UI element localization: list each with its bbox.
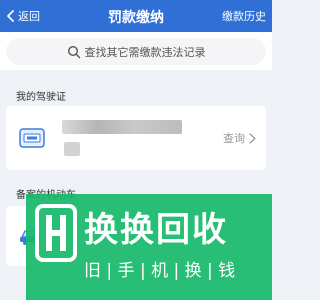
query-label: 查询 [223,132,245,145]
chevron-right-icon [249,132,256,144]
watermark-brand: 换换回收 [84,210,228,250]
license-number-redacted [62,120,182,134]
driver-license-section-title: 我的驾驶证 [16,92,66,103]
search-placeholder: 查找其它需缴款违法记录 [84,45,206,59]
driver-license-card[interactable]: 查询 [6,106,266,170]
nav-bar: 返回 罚款缴纳 缴款历史 [0,0,272,32]
license-detail-redacted [64,142,80,156]
search-bar-container: 查找其它需缴款违法记录 [0,32,272,70]
search-icon [67,45,80,58]
query-button[interactable]: 查询 [223,130,256,146]
watermark-slogan: 旧 | 手 | 机 | 换 | 钱 [84,261,236,281]
search-input[interactable]: 查找其它需缴款违法记录 [6,38,266,65]
watermark-overlay: 换换回收 旧 | 手 | 机 | 换 | 钱 [26,194,272,300]
driver-license-icon [19,128,45,148]
payment-history-button[interactable]: 缴款历史 [222,8,266,24]
watermark-logo-icon [35,204,77,262]
